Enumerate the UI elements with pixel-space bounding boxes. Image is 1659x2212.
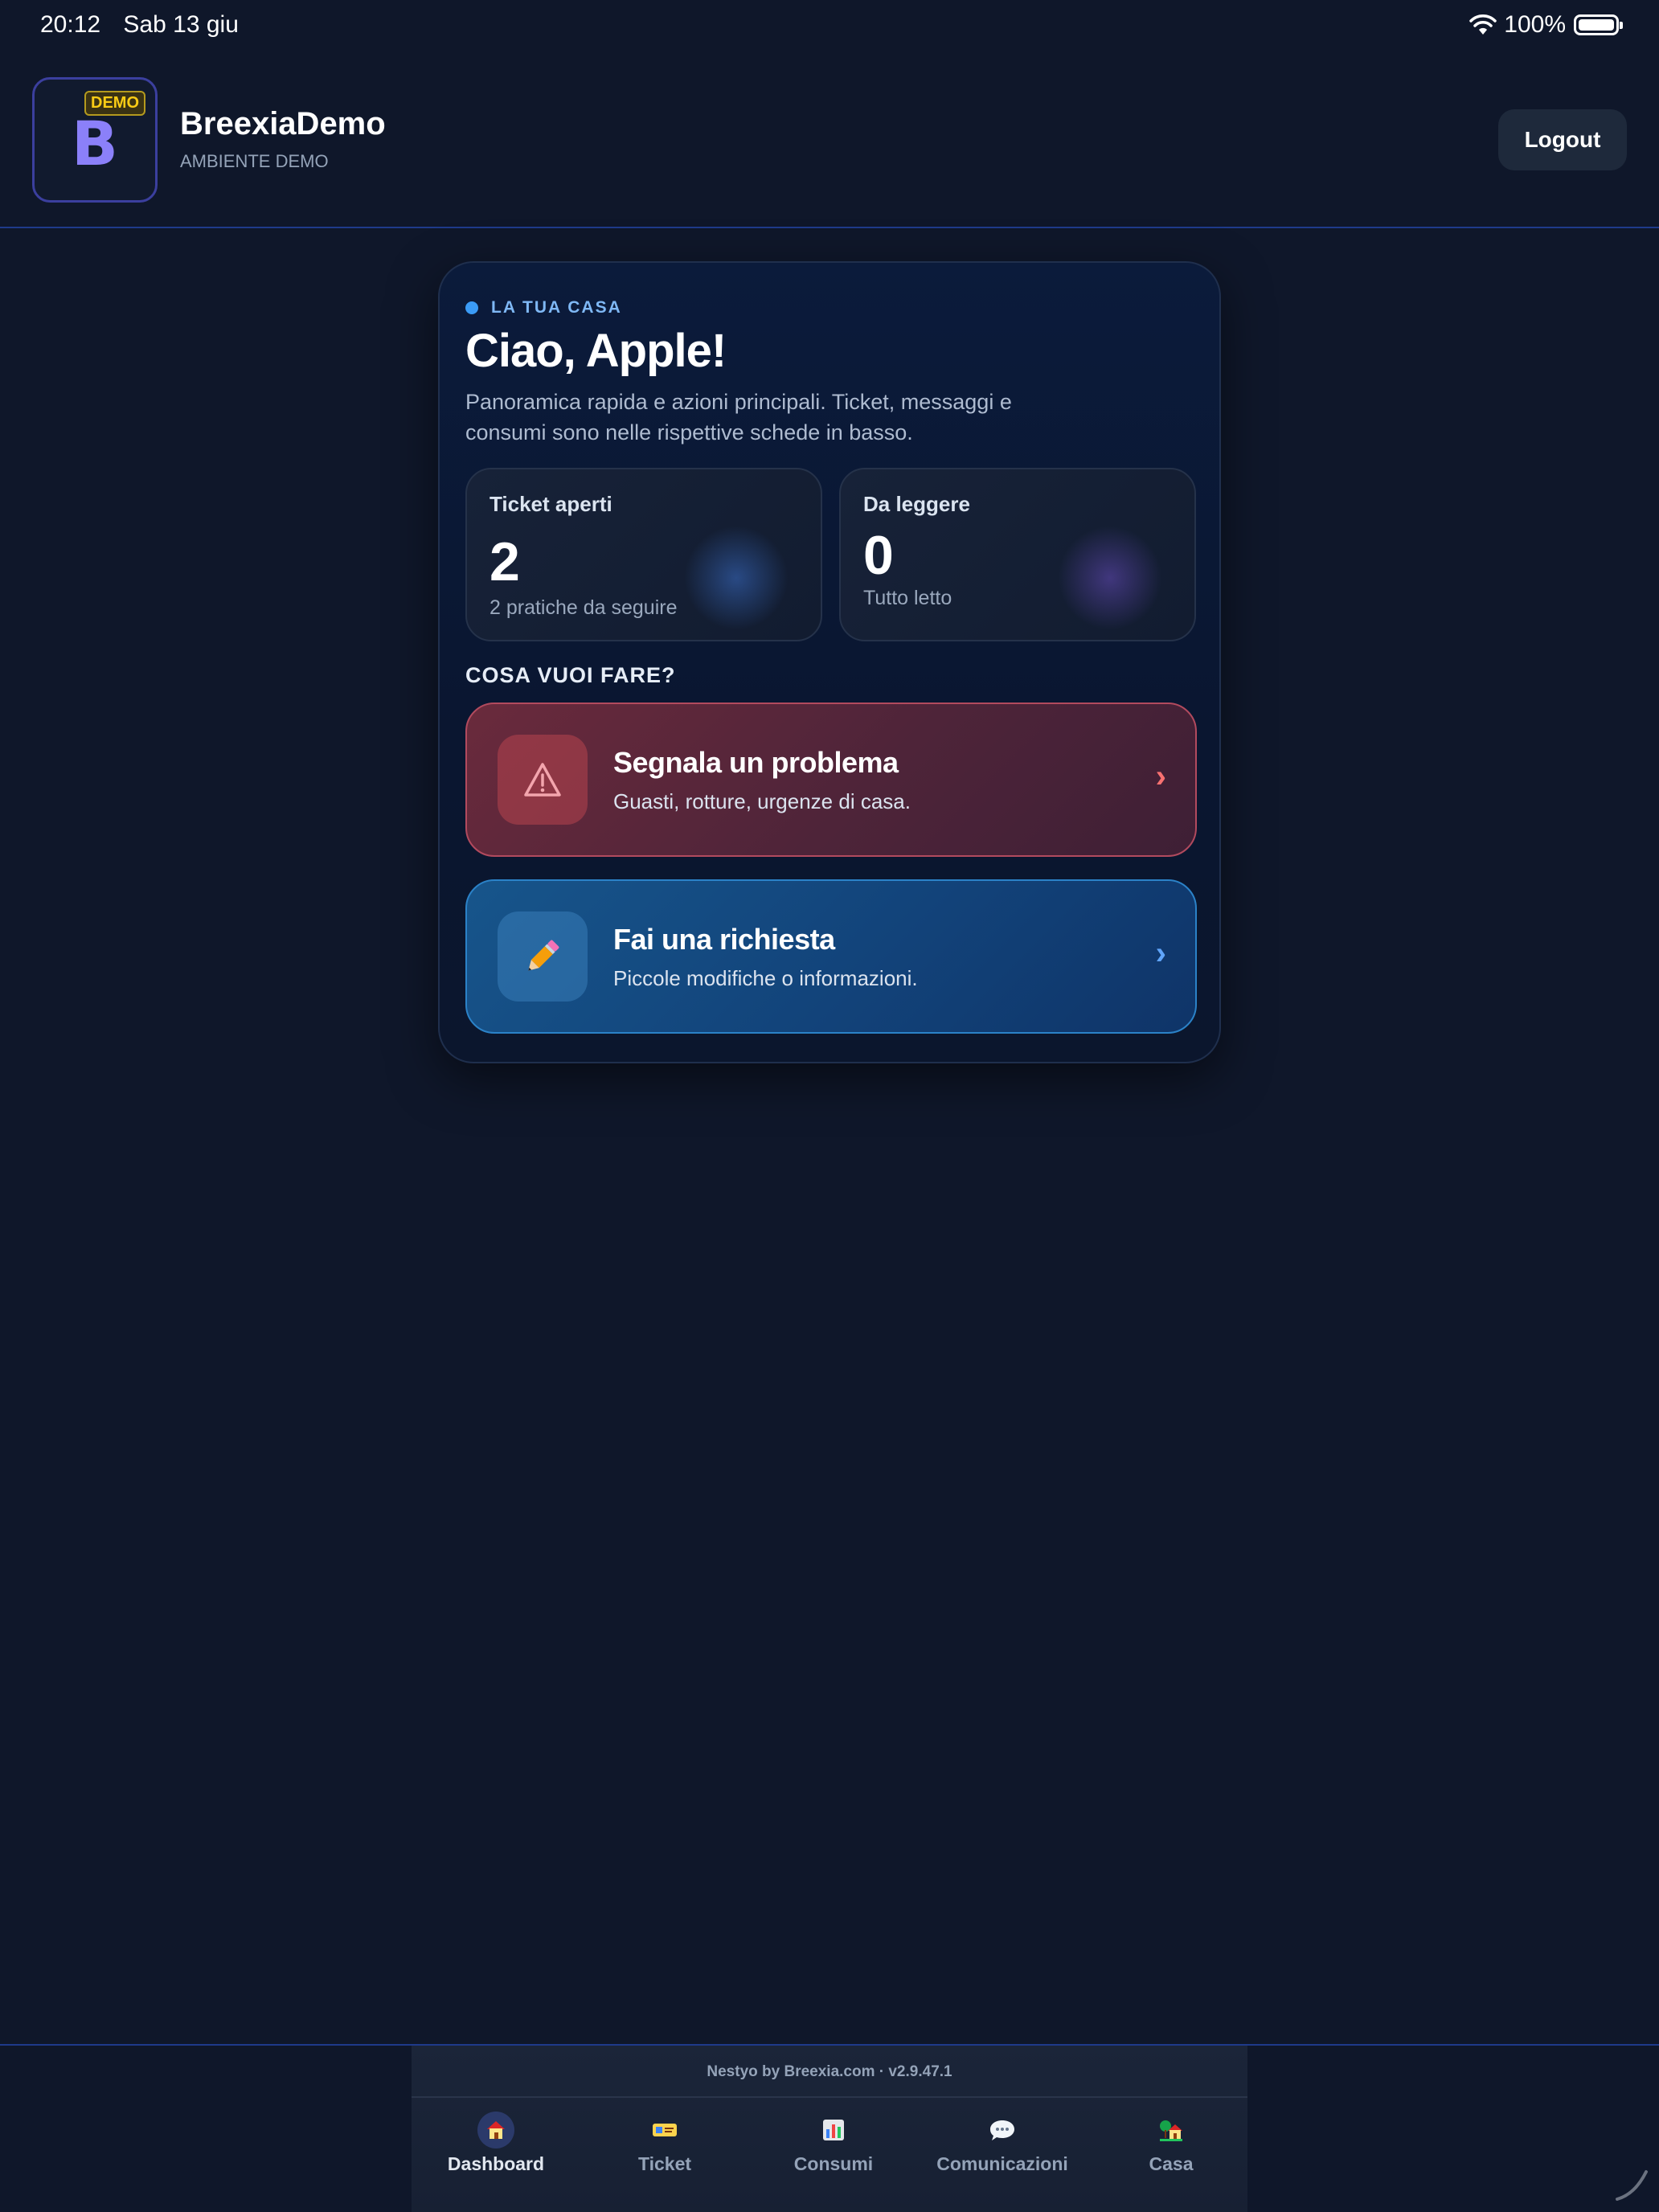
nav-label: Consumi [793, 2153, 874, 2174]
ticket-icon [646, 2112, 683, 2149]
stat-note: 2 pratiche da seguire [490, 596, 678, 619]
nav-label: Comunicazioni [936, 2153, 1068, 2174]
nav-label: Dashboard [447, 2153, 545, 2174]
stat-label: Ticket aperti [490, 492, 612, 516]
nav-divider [412, 2096, 1247, 2098]
logout-button[interactable]: Logout [1498, 109, 1627, 170]
speech-bubble-icon [984, 2112, 1021, 2149]
app-title: BreexiaDemo [180, 106, 386, 141]
battery-icon [1574, 14, 1623, 35]
logo-letter: B [72, 107, 118, 179]
app-subtitle: AMBIENTE DEMO [180, 151, 329, 171]
status-time: 20:12 [40, 11, 101, 38]
stat-value: 2 [490, 531, 520, 592]
home-card: LA TUA CASA Ciao, Apple! Panoramica rapi… [438, 261, 1221, 1063]
make-request-button[interactable]: Fai una richiesta Piccole modifiche o in… [465, 879, 1197, 1034]
action-subtitle: Piccole modifiche o informazioni. [613, 966, 918, 990]
stat-glow [1058, 526, 1162, 630]
section-title: COSA VUOI FARE? [465, 663, 676, 687]
eyebrow-dot-icon [465, 301, 478, 314]
bottom-nav: Nestyo by Breexia.com · v2.9.47.1 Dashbo… [412, 2046, 1247, 2212]
status-indicators: 100% [1469, 11, 1623, 39]
warning-icon [524, 763, 561, 797]
app-logo: B DEMO [32, 77, 158, 203]
bottom-nav-area: Nestyo by Breexia.com · v2.9.47.1 Dashbo… [0, 2044, 1659, 2212]
wifi-icon [1469, 14, 1497, 35]
action-subtitle: Guasti, rotture, urgenze di casa. [613, 789, 911, 813]
nav-item-comunicazioni[interactable]: Comunicazioni [918, 2112, 1087, 2200]
version-footer: Nestyo by Breexia.com · v2.9.47.1 [707, 2063, 952, 2080]
intro-text: Panoramica rapida e azioni principali. T… [465, 390, 1012, 444]
house-icon [477, 2112, 514, 2149]
bar-chart-icon [815, 2112, 852, 2149]
stat-label: Da leggere [863, 492, 970, 516]
battery-percent: 100% [1504, 11, 1566, 38]
action-icon-box [498, 911, 588, 1002]
action-icon-box [498, 735, 588, 825]
app-header: B DEMO BreexiaDemo AMBIENTE DEMO Logout [0, 53, 1659, 228]
eyebrow: LA TUA CASA [465, 298, 622, 317]
stat-card-unread[interactable]: Da leggere 0 Tutto letto [839, 468, 1196, 641]
status-bar: 20:12 Sab 13 giu 100% [0, 0, 1659, 53]
stat-card-open-tickets[interactable]: Ticket aperti 2 2 pratiche da seguire [465, 468, 822, 641]
greeting-title: Ciao, Apple! [465, 325, 727, 377]
nav-item-casa[interactable]: Casa [1087, 2112, 1256, 2200]
status-date: Sab 13 giu [123, 11, 239, 38]
nav-label: Casa [1149, 2153, 1194, 2174]
resize-handle-icon [1616, 2170, 1648, 2201]
pencil-icon [528, 940, 559, 971]
house-garden-icon [1153, 2112, 1190, 2149]
eyebrow-label: LA TUA CASA [491, 298, 622, 317]
action-title: Fai una richiesta [613, 923, 835, 956]
chevron-right-icon: › [1155, 936, 1166, 971]
chevron-right-icon: › [1155, 759, 1166, 794]
nav-item-consumi[interactable]: Consumi [749, 2112, 918, 2200]
action-title: Segnala un problema [613, 746, 899, 779]
status-time-date: 20:12 Sab 13 giu [40, 11, 255, 39]
demo-badge: DEMO [84, 91, 145, 116]
stat-note: Tutto letto [863, 587, 952, 609]
report-problem-button[interactable]: Segnala un problema Guasti, rotture, urg… [465, 703, 1197, 857]
stat-value: 0 [863, 525, 894, 586]
nav-label: Ticket [637, 2153, 692, 2174]
stat-glow [684, 526, 789, 630]
nav-item-dashboard[interactable]: Dashboard [412, 2112, 580, 2200]
nav-item-ticket[interactable]: Ticket [580, 2112, 749, 2200]
